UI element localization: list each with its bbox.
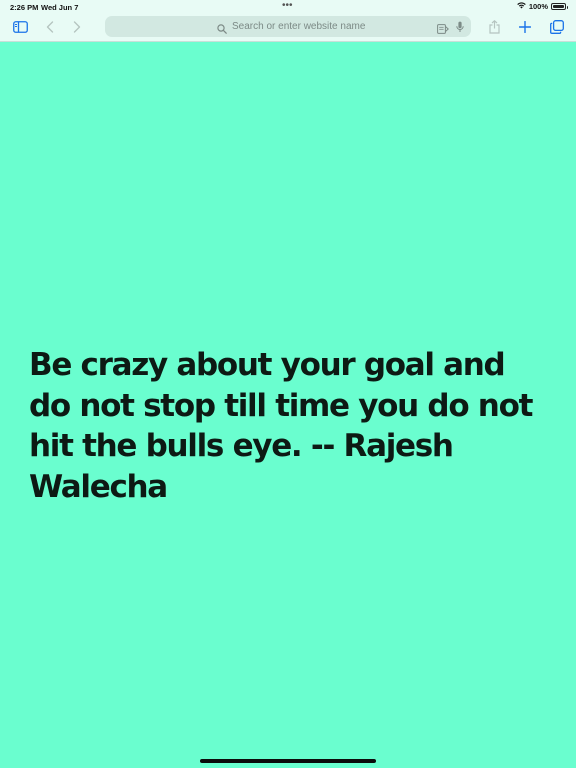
address-bar[interactable]: Search or enter website name (105, 16, 471, 37)
status-right: 100% (517, 2, 568, 11)
status-time: 2:26 PM (10, 3, 39, 12)
browser-toolbar: Search or enter website name (0, 14, 576, 42)
microphone-icon[interactable] (456, 20, 464, 38)
address-placeholder: Search or enter website name (232, 21, 366, 32)
back-icon[interactable] (40, 18, 60, 36)
quote-text: Be crazy about your goal and do not stop… (29, 347, 533, 505)
share-icon[interactable] (484, 18, 504, 36)
status-date: Wed Jun 7 (41, 3, 79, 12)
forward-icon[interactable] (67, 18, 87, 36)
tabs-overview-icon[interactable] (547, 18, 567, 36)
status-bar: 2:26 PM Wed Jun 7 ••• 100% (0, 0, 576, 14)
multitasking-dots[interactable]: ••• (282, 0, 293, 11)
reader-icon[interactable] (437, 21, 449, 39)
battery-percentage: 100% (528, 2, 548, 11)
search-icon (217, 21, 227, 39)
new-tab-icon[interactable] (515, 18, 535, 36)
wifi-icon (517, 2, 526, 11)
sidebar-icon[interactable] (10, 18, 30, 36)
home-indicator[interactable] (200, 759, 376, 763)
battery-icon (551, 3, 568, 10)
